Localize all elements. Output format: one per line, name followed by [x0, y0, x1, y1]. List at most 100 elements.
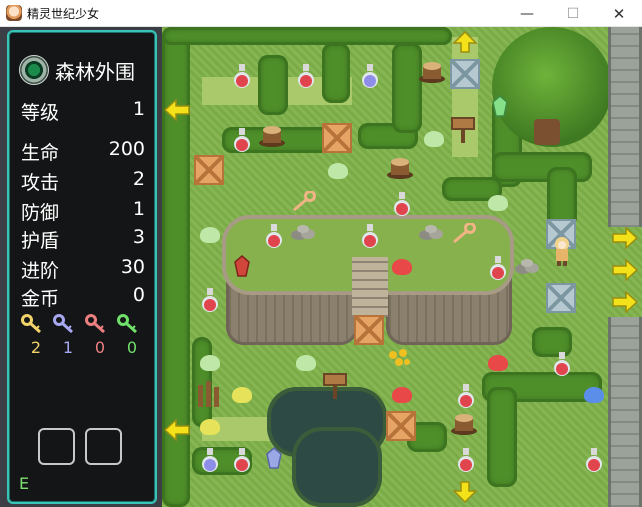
red-key-count: 0 — [94, 338, 106, 357]
arrow-down-icon[interactable] — [452, 481, 478, 503]
stone-stairs — [352, 257, 388, 317]
red-slime[interactable] — [392, 387, 412, 403]
hedge-wall — [547, 167, 577, 227]
red-slime[interactable] — [488, 355, 508, 371]
red-potion-icon[interactable] — [264, 223, 284, 249]
red-key-icon — [85, 314, 106, 334]
red-potion-icon[interactable] — [232, 447, 252, 473]
green-key-count: 0 — [126, 338, 138, 357]
red-gem-icon[interactable] — [234, 255, 250, 277]
red-potion-icon[interactable] — [488, 255, 508, 281]
metal-block[interactable] — [450, 59, 480, 89]
stat-value: 3 — [132, 226, 145, 248]
stat-value: 200 — [108, 138, 145, 160]
green-slime[interactable] — [328, 163, 348, 179]
red-potion-icon[interactable] — [456, 447, 476, 473]
wooden-crate[interactable] — [194, 155, 224, 185]
red-potion-icon[interactable] — [200, 287, 220, 313]
blue-key-count: 1 — [62, 338, 74, 357]
signpost-icon[interactable] — [322, 371, 348, 399]
window-title: 精灵世纪少女 — [27, 7, 100, 21]
equip-label: E — [19, 474, 30, 493]
green-slime[interactable] — [200, 227, 220, 243]
wooden-crate[interactable] — [322, 123, 352, 153]
item-slot-2[interactable] — [85, 428, 122, 465]
metal-block[interactable] — [546, 283, 576, 313]
blue-potion-icon[interactable] — [360, 63, 380, 89]
red-potion-icon[interactable] — [232, 127, 252, 153]
arrow-left-icon[interactable] — [164, 419, 190, 441]
tree-trunk — [534, 119, 560, 145]
red-potion-icon[interactable] — [456, 383, 476, 409]
arrow-right-icon[interactable] — [612, 259, 638, 281]
stat-shield: 护盾 3 — [21, 226, 145, 254]
arrow-right-icon[interactable] — [612, 291, 638, 313]
red-potion-icon[interactable] — [584, 447, 604, 473]
tree-stump-icon — [451, 414, 477, 435]
hedge-wall — [258, 55, 288, 115]
stat-value: 0 — [132, 284, 145, 306]
green-key-icon — [117, 314, 138, 334]
pond — [292, 427, 382, 507]
wooden-crate[interactable] — [386, 411, 416, 441]
window-titlebar: 精灵世纪少女 — ☐ ✕ — [0, 0, 642, 27]
red-potion-icon[interactable] — [296, 63, 316, 89]
yellow-key-pickup-icon[interactable] — [450, 223, 476, 245]
blue-key-icon — [53, 314, 74, 334]
arrow-up-icon[interactable] — [452, 31, 478, 53]
minimize-button[interactable]: — — [504, 0, 550, 27]
hedge-wall — [392, 43, 422, 133]
blue-potion-icon[interactable] — [200, 447, 220, 473]
stat-defense: 防御 1 — [21, 198, 145, 226]
red-potion-icon[interactable] — [360, 223, 380, 249]
yellow-slime[interactable] — [200, 419, 220, 435]
stat-label: 护盾 — [21, 230, 60, 252]
green-slime[interactable] — [488, 195, 508, 211]
hedge-wall — [492, 152, 592, 182]
yellow-flower-icon — [389, 349, 410, 366]
red-slime[interactable] — [392, 259, 412, 275]
yellow-key-pickup-icon[interactable] — [290, 191, 316, 213]
stat-gold: 金币 0 — [21, 284, 145, 312]
maximize-button[interactable]: ☐ — [550, 0, 596, 27]
signpost-icon[interactable] — [450, 115, 476, 143]
green-gem-icon[interactable] — [492, 95, 508, 117]
arrow-right-icon[interactable] — [612, 227, 638, 249]
green-slime[interactable] — [200, 355, 220, 371]
yellow-key-icon — [21, 314, 42, 334]
stat-label: 生命 — [21, 142, 60, 164]
red-potion-icon[interactable] — [392, 191, 412, 217]
floor-name: 森林外围 — [55, 59, 135, 84]
key-inventory — [21, 314, 145, 336]
stat-hp: 生命 200 — [21, 138, 145, 166]
green-slime[interactable] — [424, 131, 444, 147]
status-panel: 森林外围 等级 1 生命 200 攻击 2 防御 1 护盾 3 进阶 30 金币… — [0, 27, 162, 507]
green-slime[interactable] — [296, 355, 316, 371]
stone-wall — [608, 317, 642, 507]
yellow-key-count: 2 — [30, 338, 42, 357]
tree-stump-icon — [387, 158, 413, 179]
red-potion-icon[interactable] — [232, 63, 252, 89]
close-button[interactable]: ✕ — [596, 0, 642, 27]
stat-value: 1 — [132, 198, 145, 220]
stat-label: 攻击 — [21, 172, 60, 194]
blue-gem-icon[interactable] — [266, 447, 282, 469]
stat-value: 1 — [132, 98, 145, 120]
stat-label: 金币 — [21, 288, 60, 310]
stat-label: 防御 — [21, 202, 60, 224]
stone-wall — [608, 27, 642, 227]
floor-header: 森林外围 — [19, 52, 135, 88]
yellow-slime[interactable] — [232, 387, 252, 403]
game-map[interactable] — [162, 27, 642, 507]
rock-pile-icon — [515, 259, 539, 274]
item-slot-1[interactable] — [38, 428, 75, 465]
arrow-left-icon[interactable] — [164, 99, 190, 121]
stat-value: 2 — [132, 168, 145, 190]
tree-stump-icon — [259, 126, 285, 147]
blue-slime[interactable] — [584, 387, 604, 403]
hedge-wall — [322, 43, 350, 103]
red-potion-icon[interactable] — [552, 351, 572, 377]
stat-label: 进阶 — [21, 260, 60, 282]
wooden-crate[interactable] — [354, 315, 384, 345]
floor-emblem-icon — [19, 55, 49, 85]
